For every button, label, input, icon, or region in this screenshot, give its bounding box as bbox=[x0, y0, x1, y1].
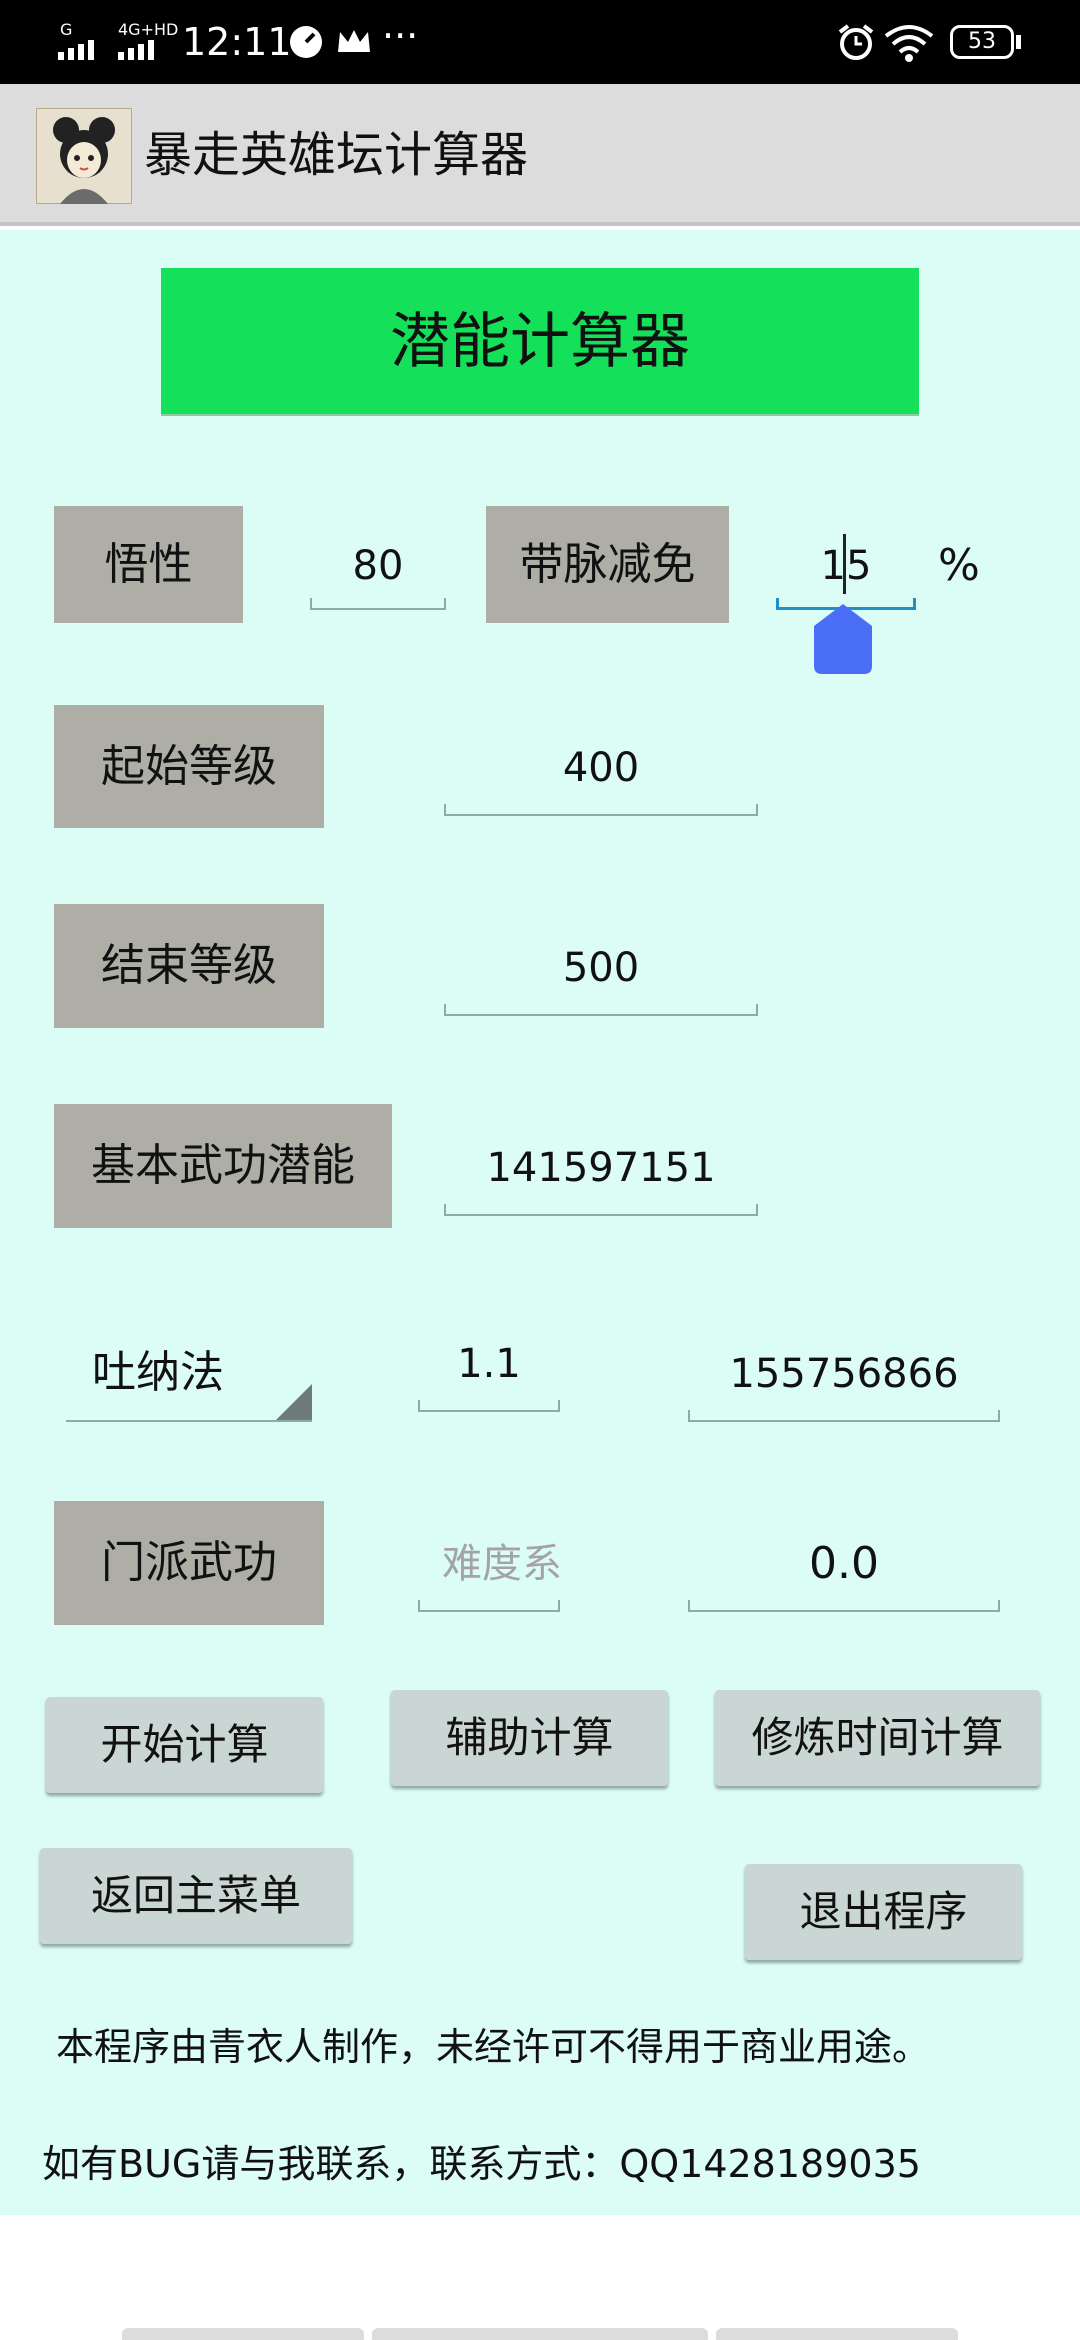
signal-icon bbox=[58, 40, 94, 60]
status-bar: G 4G+HD 12:11 ··· 53 bbox=[0, 0, 1080, 84]
train-time-calc-button[interactable]: 修炼时间计算 bbox=[715, 1690, 1040, 1786]
nav-hint-bar-2 bbox=[372, 2328, 708, 2340]
text-cursor bbox=[843, 534, 846, 594]
page-title-banner: 潜能计算器 bbox=[161, 268, 919, 416]
nav-hint-bar-1 bbox=[122, 2328, 364, 2340]
basic-potential-label: 基本武功潜能 bbox=[54, 1104, 392, 1228]
method-multiplier-input[interactable]: 1.1 bbox=[418, 1330, 560, 1412]
sect-martial-label: 门派武功 bbox=[54, 1501, 324, 1625]
start-level-label: 起始等级 bbox=[54, 705, 324, 828]
end-level-label: 结束等级 bbox=[54, 904, 324, 1028]
sect-difficulty-input[interactable]: 难度系 bbox=[418, 1530, 560, 1612]
copyright-note: 本程序由青衣人制作，未经许可不得用于商业用途。 bbox=[56, 2025, 931, 2069]
start-level-input[interactable]: 400 bbox=[444, 732, 758, 816]
more-indicator: ··· bbox=[382, 14, 419, 58]
daimai-label: 带脉减免 bbox=[486, 506, 729, 623]
alarm-icon bbox=[838, 24, 874, 60]
network-type-label: 4G+HD bbox=[118, 20, 179, 39]
assist-calc-button[interactable]: 辅助计算 bbox=[391, 1690, 668, 1786]
dropdown-arrow-icon bbox=[276, 1384, 312, 1420]
end-level-input[interactable]: 500 bbox=[444, 932, 758, 1016]
signal-icon-2 bbox=[118, 40, 154, 60]
exit-app-button[interactable]: 退出程序 bbox=[745, 1864, 1022, 1960]
speed-icon bbox=[290, 26, 322, 58]
nav-hint-bar-3 bbox=[716, 2328, 958, 2340]
method-select[interactable]: 吐纳法 bbox=[66, 1330, 312, 1422]
back-main-menu-button[interactable]: 返回主菜单 bbox=[40, 1848, 352, 1944]
cursor-handle-icon[interactable] bbox=[814, 604, 872, 674]
basic-potential-input[interactable]: 141597151 bbox=[444, 1132, 758, 1216]
daimai-input[interactable]: 15 bbox=[776, 530, 916, 610]
wuxing-input[interactable]: 80 bbox=[310, 530, 446, 610]
network-label: G bbox=[60, 20, 73, 39]
sect-result-field[interactable]: 0.0 bbox=[688, 1528, 1000, 1612]
crown-icon bbox=[338, 30, 370, 52]
method-result-field[interactable]: 155756866 bbox=[688, 1338, 1000, 1422]
app-bar: 暴走英雄坛计算器 bbox=[0, 84, 1080, 226]
wifi-icon bbox=[884, 25, 934, 62]
battery-tip bbox=[1016, 35, 1021, 49]
contact-note: 如有BUG请与我联系，联系方式：QQ1428189035 bbox=[42, 2142, 921, 2186]
method-select-value: 吐纳法 bbox=[92, 1347, 224, 1398]
app-icon bbox=[36, 108, 132, 204]
percent-unit: % bbox=[938, 540, 980, 591]
clock: 12:11 bbox=[182, 20, 292, 64]
app-title: 暴走英雄坛计算器 bbox=[144, 127, 529, 183]
daimai-input-value: 15 bbox=[820, 543, 872, 589]
wuxing-label: 悟性 bbox=[54, 506, 243, 623]
start-calc-button[interactable]: 开始计算 bbox=[46, 1697, 323, 1793]
battery-indicator: 53 bbox=[950, 25, 1014, 59]
